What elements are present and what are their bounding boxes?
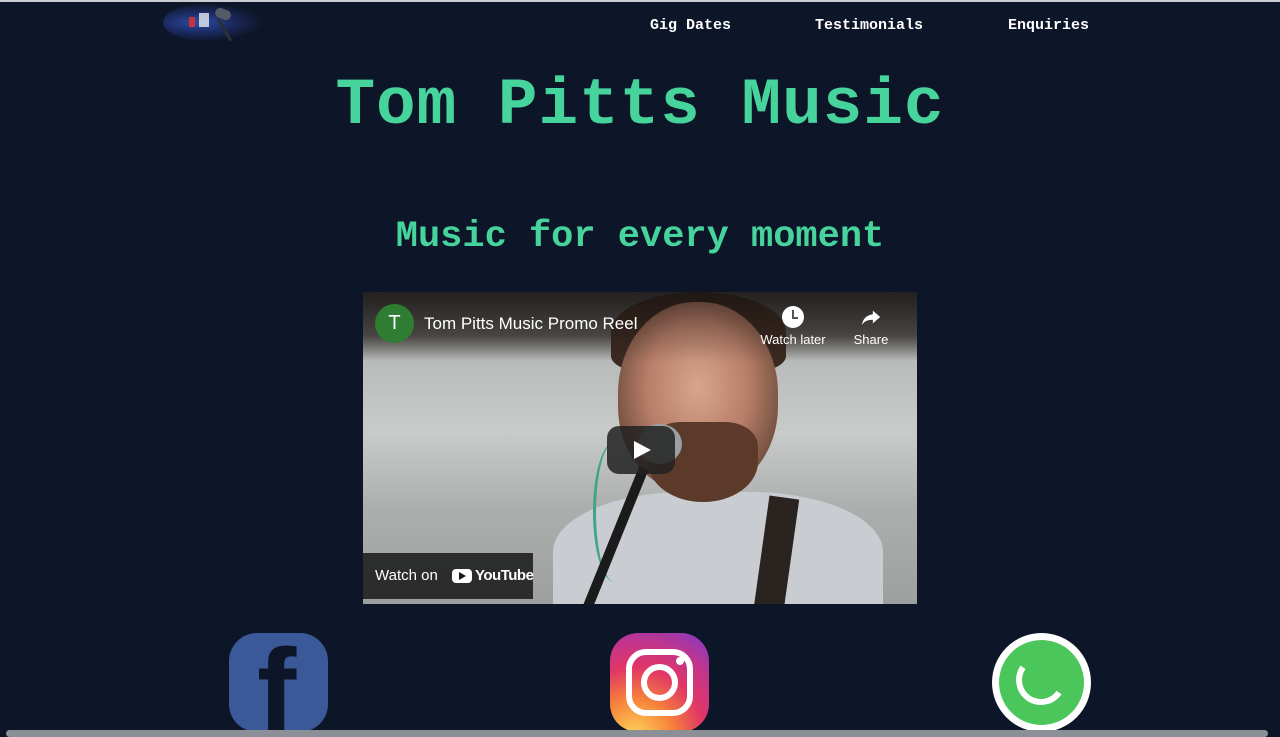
- youtube-brand-label: YouTube: [475, 567, 534, 584]
- whatsapp-icon[interactable]: [992, 633, 1091, 732]
- share-label: Share: [853, 332, 889, 347]
- nav-gig-dates[interactable]: Gig Dates: [650, 17, 731, 34]
- facebook-icon[interactable]: f: [229, 633, 328, 732]
- site-logo[interactable]: [163, 3, 263, 42]
- video-title[interactable]: Tom Pitts Music Promo Reel: [424, 314, 638, 334]
- play-button[interactable]: [607, 426, 675, 474]
- watch-later-label: Watch later: [760, 332, 826, 347]
- youtube-logo-icon: [452, 569, 472, 583]
- page-title: Tom Pitts Music: [335, 68, 945, 143]
- watch-later-button[interactable]: Watch later: [753, 306, 833, 347]
- share-icon: [861, 310, 881, 326]
- channel-avatar[interactable]: T: [375, 304, 414, 343]
- page-tagline: Music for every moment: [395, 216, 885, 258]
- horizontal-scrollbar[interactable]: [6, 730, 1268, 737]
- instagram-icon[interactable]: [610, 633, 709, 732]
- watch-on-label: Watch on: [375, 567, 438, 584]
- clock-icon: [782, 306, 804, 328]
- top-border: [0, 0, 1280, 2]
- nav-testimonials[interactable]: Testimonials: [815, 17, 923, 34]
- share-button[interactable]: Share: [843, 306, 899, 347]
- nav-enquiries[interactable]: Enquiries: [1008, 17, 1089, 34]
- youtube-video-embed[interactable]: T Tom Pitts Music Promo Reel Watch later…: [363, 292, 917, 604]
- watch-on-youtube-button[interactable]: Watch on YouTube: [363, 553, 534, 599]
